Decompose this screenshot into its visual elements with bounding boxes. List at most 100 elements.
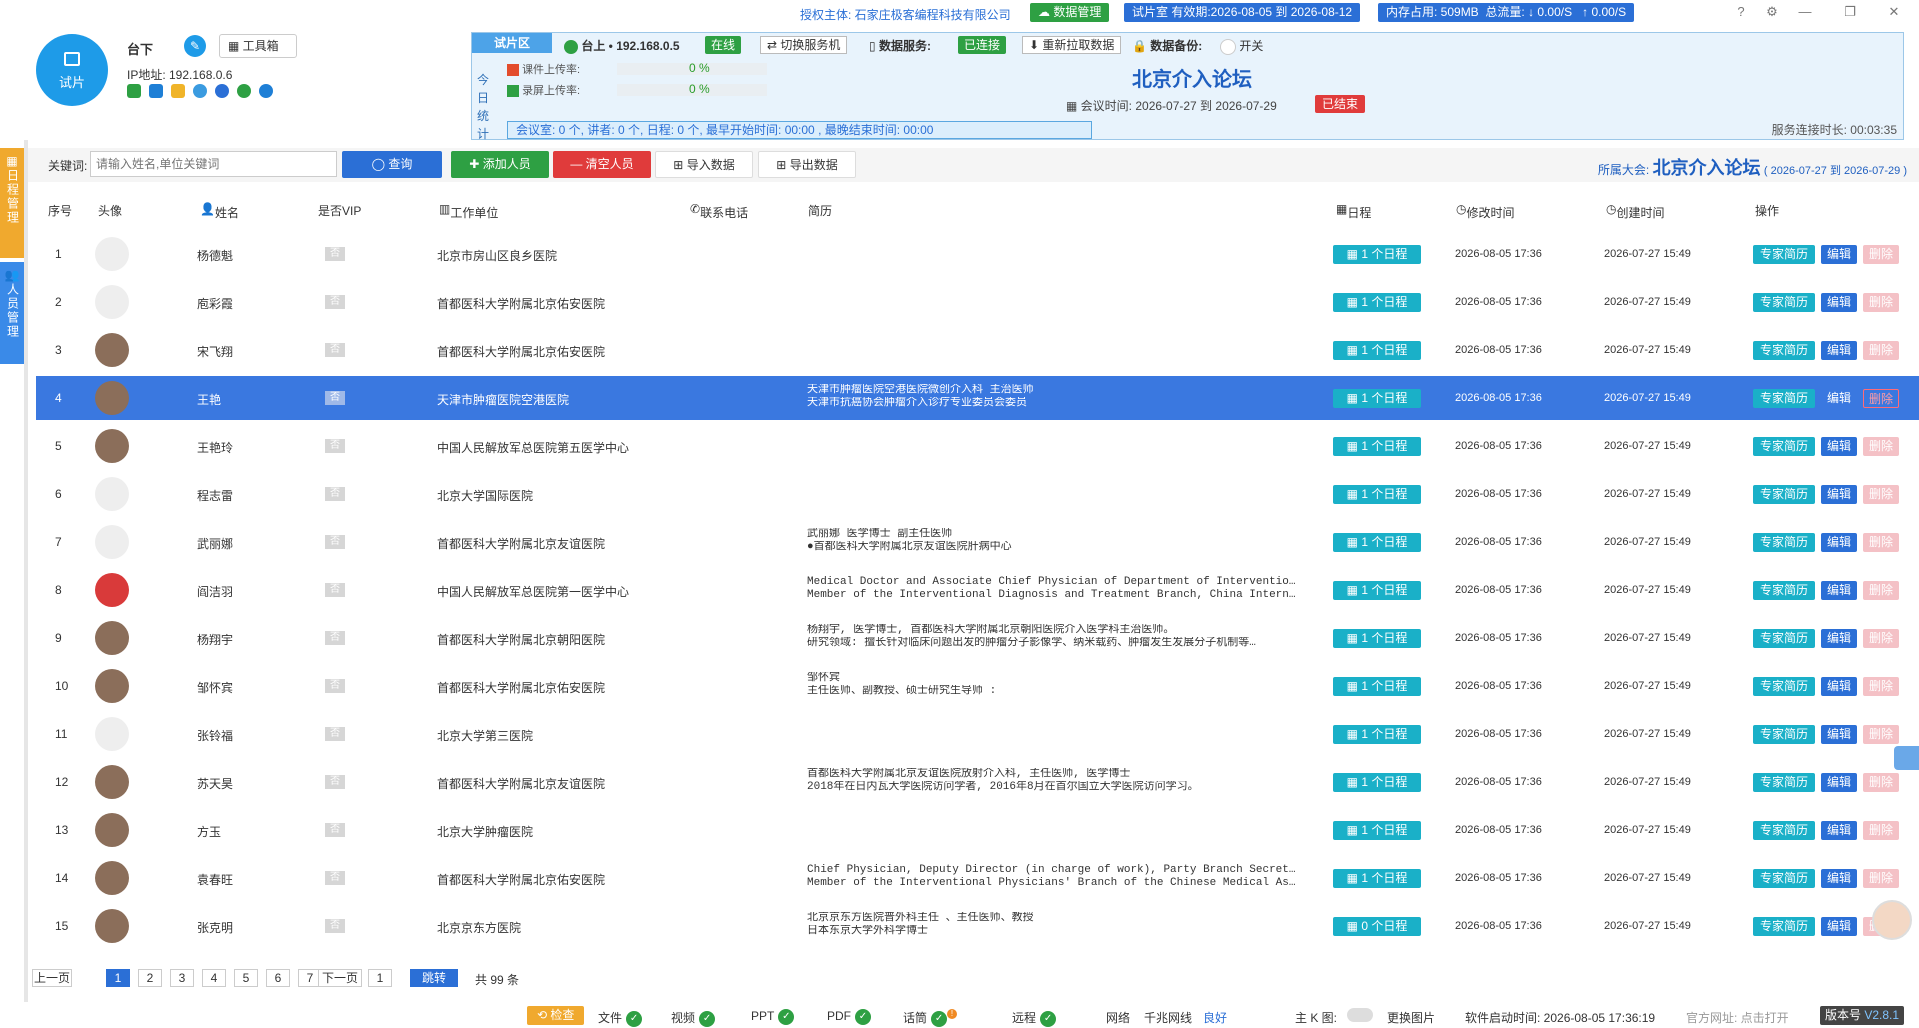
edit-button[interactable]: 编辑 — [1821, 917, 1857, 936]
table-row[interactable]: 13 方玉 否 北京大学肿瘤医院 ▦ 1 个日程 2026-08-05 17:36 2026… — [36, 808, 1919, 852]
speaker-icon[interactable] — [127, 84, 141, 98]
schedule-button[interactable]: ▦ 1 个日程 — [1333, 245, 1421, 264]
table-row[interactable]: 1 杨德魁 否 北京市房山区良乡医院 ▦ 1 个日程 2026-08-05 17:36 20… — [36, 232, 1919, 276]
expert-resume-button[interactable]: 专家简历 — [1753, 773, 1815, 792]
edit-button[interactable]: 编辑 — [1821, 629, 1857, 648]
import-data-button[interactable]: ⊞ 导入数据 — [655, 151, 753, 178]
edit-button[interactable]: 编辑 — [1821, 773, 1857, 792]
delete-button[interactable]: 删除 — [1863, 821, 1899, 840]
jump-button[interactable]: 跳转 — [410, 969, 458, 987]
schedule-button[interactable]: ▦ 1 个日程 — [1333, 725, 1421, 744]
page-button[interactable]: 3 — [170, 969, 194, 987]
toolbox-button[interactable]: ▦ 工具箱 — [219, 34, 297, 58]
expert-resume-button[interactable]: 专家简历 — [1753, 245, 1815, 264]
network-icon[interactable] — [215, 84, 229, 98]
export-data-button[interactable]: ⊞ 导出数据 — [758, 151, 856, 178]
schedule-button[interactable]: ▦ 1 个日程 — [1333, 677, 1421, 696]
schedule-button[interactable]: ▦ 1 个日程 — [1333, 341, 1421, 360]
schedule-button[interactable]: ▦ 1 个日程 — [1333, 485, 1421, 504]
table-row[interactable]: 7 武丽娜 否 首都医科大学附属北京友谊医院 武丽娜 医学博士 副主任医师 ●首都医科大学… — [36, 520, 1919, 564]
table-row[interactable]: 2 庖彩霞 否 首都医科大学附属北京佑安医院 ▦ 1 个日程 2026-08-05 17:… — [36, 280, 1919, 324]
expert-resume-button[interactable]: 专家简历 — [1753, 341, 1815, 360]
change-image-button[interactable]: 更换图片 — [1387, 1009, 1435, 1026]
page-button[interactable]: 2 — [138, 969, 162, 987]
gear-icon[interactable]: ⚙ — [1760, 3, 1784, 21]
table-row[interactable]: 8 阎洁羽 否 中国人民解放军总医院第一医学中心 Medical Doctor and … — [36, 568, 1919, 612]
monitor-icon[interactable] — [149, 84, 163, 98]
page-button[interactable]: 4 — [202, 969, 226, 987]
next-page-button[interactable]: 下一页 — [318, 969, 362, 987]
expert-resume-button[interactable]: 专家简历 — [1753, 581, 1815, 600]
delete-button[interactable]: 删除 — [1863, 869, 1899, 888]
assistant-avatar[interactable] — [1872, 900, 1912, 940]
delete-button[interactable]: 删除 — [1863, 533, 1899, 552]
edit-button[interactable]: 编辑 — [1821, 437, 1857, 456]
data-mgmt-button[interactable]: ☁ 数据管理 — [1030, 3, 1110, 22]
schedule-button[interactable]: ▦ 1 个日程 — [1333, 629, 1421, 648]
expert-resume-button[interactable]: 专家简历 — [1753, 821, 1815, 840]
edit-button[interactable]: 编辑 — [1821, 389, 1857, 408]
delete-button[interactable]: 删除 — [1863, 437, 1899, 456]
table-row[interactable]: 6 程志雷 否 北京大学国际医院 ▦ 1 个日程 2026-08-05 17:36 2026… — [36, 472, 1919, 516]
restore-icon[interactable]: ❐ — [1838, 3, 1862, 21]
edit-icon[interactable]: ✎ — [184, 35, 206, 57]
delete-button[interactable]: 删除 — [1863, 389, 1899, 408]
delete-button[interactable]: 删除 — [1863, 773, 1899, 792]
query-button[interactable]: ◯ 查询 — [342, 151, 442, 178]
page-button[interactable]: 5 — [234, 969, 258, 987]
tab-schedule-mgmt[interactable]: ▦ 日程管理 — [0, 148, 24, 258]
expert-resume-button[interactable]: 专家简历 — [1753, 725, 1815, 744]
schedule-button[interactable]: ▦ 1 个日程 — [1333, 389, 1421, 408]
schedule-button[interactable]: ▦ 1 个日程 — [1333, 773, 1421, 792]
help-icon[interactable]: ? — [1729, 3, 1753, 21]
schedule-button[interactable]: ▦ 1 个日程 — [1333, 533, 1421, 552]
edit-button[interactable]: 编辑 — [1821, 581, 1857, 600]
search-icon[interactable] — [259, 84, 273, 98]
k-screen-toggle[interactable] — [1347, 1008, 1373, 1022]
jump-page-input[interactable]: 1 — [368, 969, 392, 987]
clear-people-button[interactable]: — 清空人员 — [553, 151, 651, 178]
table-row[interactable]: 12 苏天昊 否 首都医科大学附属北京友谊医院 首都医科大学附属北京友谊医院放射介入科,… — [36, 760, 1919, 804]
edit-button[interactable]: 编辑 — [1821, 245, 1857, 264]
edit-button[interactable]: 编辑 — [1821, 677, 1857, 696]
edit-button[interactable]: 编辑 — [1821, 533, 1857, 552]
expert-resume-button[interactable]: 专家简历 — [1753, 293, 1815, 312]
delete-button[interactable]: 删除 — [1863, 677, 1899, 696]
expert-resume-button[interactable]: 专家简历 — [1753, 869, 1815, 888]
expert-resume-button[interactable]: 专家简历 — [1753, 629, 1815, 648]
table-row[interactable]: 3 宋飞翔 否 首都医科大学附属北京佑安医院 ▦ 1 个日程 2026-08-05 17:… — [36, 328, 1919, 372]
edit-button[interactable]: 编辑 — [1821, 293, 1857, 312]
delete-button[interactable]: 删除 — [1863, 245, 1899, 264]
page-button[interactable]: 6 — [266, 969, 290, 987]
expert-resume-button[interactable]: 专家简历 — [1753, 485, 1815, 504]
schedule-button[interactable]: ▦ 1 个日程 — [1333, 821, 1421, 840]
edit-button[interactable]: 编辑 — [1821, 821, 1857, 840]
repull-data-button[interactable]: ⬇ 重新拉取数据 — [1022, 36, 1122, 54]
schedule-button[interactable]: ▦ 0 个日程 — [1333, 917, 1421, 936]
table-row[interactable]: 15 张克明 否 北京京东方医院 北京京东方医院普外科主任 、主任医师、教授 日本东京大学… — [36, 904, 1919, 948]
close-icon[interactable]: ✕ — [1882, 3, 1906, 21]
delete-button[interactable]: 删除 — [1863, 341, 1899, 360]
expert-resume-button[interactable]: 专家简历 — [1753, 677, 1815, 696]
globe-icon[interactable] — [193, 84, 207, 98]
minimize-icon[interactable]: — — [1793, 3, 1817, 21]
table-row[interactable]: 5 王艳玲 否 中国人民解放军总医院第五医学中心 ▦ 1 个日程 2026-08-05 1… — [36, 424, 1919, 468]
float-side-icon[interactable] — [1894, 746, 1919, 770]
folder-icon[interactable] — [171, 84, 185, 98]
switch-service-button[interactable]: ⇄ 切换服务机 — [760, 36, 848, 54]
prev-page-button[interactable]: 上一页 — [32, 969, 72, 987]
table-row[interactable]: 4 王艳 否 天津市肿瘤医院空港医院 天津市肿瘤医院空港医院微创介入科 主治医师 天津市抗… — [36, 376, 1919, 420]
delete-button[interactable]: 删除 — [1863, 581, 1899, 600]
edit-button[interactable]: 编辑 — [1821, 725, 1857, 744]
table-row[interactable]: 9 杨翔宇 否 首都医科大学附属北京朝阳医院 杨翔宇, 医学博士, 首都医科大学附属北京… — [36, 616, 1919, 660]
add-person-button[interactable]: ✚ 添加人员 — [451, 151, 549, 178]
website-link[interactable]: 官方网址: 点击打开 — [1686, 1009, 1789, 1026]
schedule-button[interactable]: ▦ 1 个日程 — [1333, 581, 1421, 600]
edit-button[interactable]: 编辑 — [1821, 485, 1857, 504]
expert-resume-button[interactable]: 专家简历 — [1753, 437, 1815, 456]
delete-button[interactable]: 删除 — [1863, 725, 1899, 744]
edit-button[interactable]: 编辑 — [1821, 869, 1857, 888]
schedule-button[interactable]: ▦ 1 个日程 — [1333, 293, 1421, 312]
edit-button[interactable]: 编辑 — [1821, 341, 1857, 360]
expert-resume-button[interactable]: 专家简历 — [1753, 533, 1815, 552]
